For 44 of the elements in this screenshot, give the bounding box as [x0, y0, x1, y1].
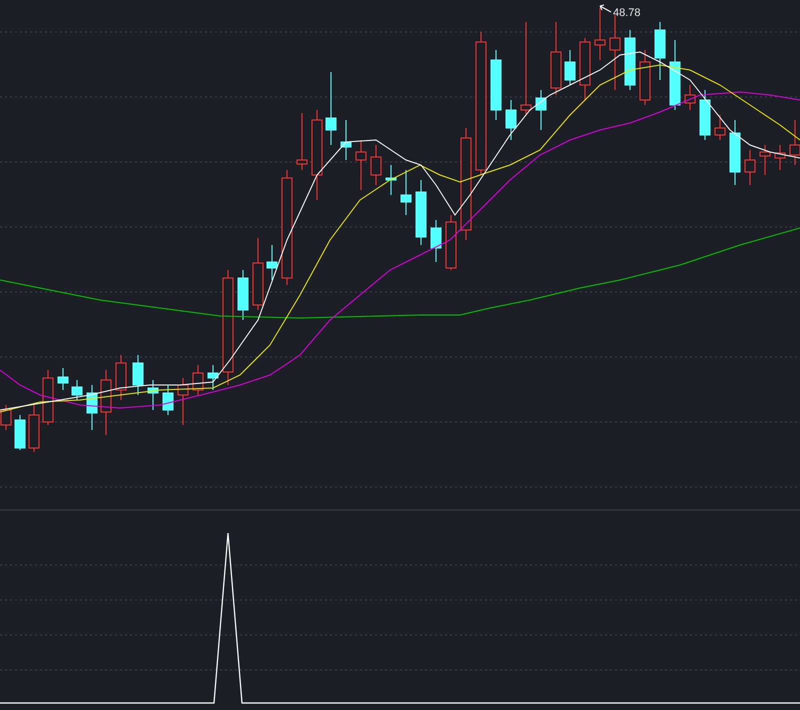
candlestick [386, 164, 396, 196]
candlestick [446, 214, 456, 270]
candlestick [654, 22, 666, 80]
candlestick [640, 50, 650, 106]
candlestick [730, 120, 740, 186]
candlestick [42, 370, 54, 426]
candlestick [238, 270, 248, 320]
high-marker-icon [600, 4, 612, 12]
candlestick [536, 90, 546, 130]
candlestick [684, 84, 696, 110]
candlestick [266, 244, 278, 280]
candlestick [28, 404, 40, 452]
candlestick [714, 114, 726, 140]
candlestick [490, 50, 502, 120]
candlestick [430, 220, 442, 262]
candlestick [670, 40, 680, 110]
candlestick [370, 144, 382, 186]
candlestick [356, 140, 366, 190]
candlestick [624, 30, 636, 90]
candlestick [594, 8, 606, 60]
candlestick [162, 384, 174, 416]
candlestick [296, 112, 308, 170]
candlestick [14, 414, 26, 450]
candlestick [416, 180, 426, 246]
candlestick [72, 380, 82, 400]
price-high-label: 48.78 [613, 7, 641, 19]
candlestick [400, 170, 412, 216]
candlestick [208, 364, 218, 390]
candlestick [340, 120, 352, 160]
candlestick [760, 144, 770, 176]
candlestick [148, 380, 158, 410]
candlestick [86, 384, 98, 430]
candlestick [132, 354, 144, 396]
candlestick [178, 378, 188, 426]
candlestick [580, 38, 590, 100]
candlestick [506, 100, 516, 140]
candlestick [774, 144, 786, 170]
candlestick [564, 50, 576, 86]
candlestick [192, 364, 204, 396]
candlestick [700, 90, 710, 140]
candlestick [116, 354, 126, 400]
candlestick [100, 370, 112, 436]
candlestick [744, 150, 756, 186]
candlestick [58, 368, 68, 390]
